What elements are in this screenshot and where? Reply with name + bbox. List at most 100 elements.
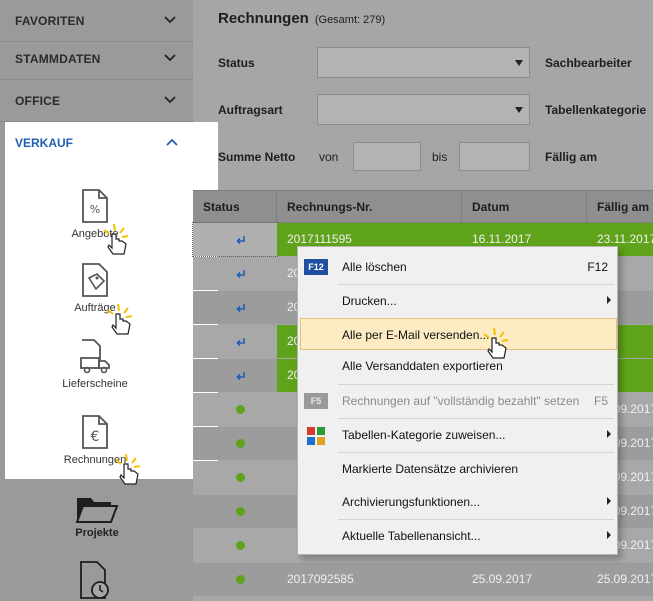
- table-row[interactable]: 201709248424.09.201724.09.2017: [193, 597, 653, 601]
- cell-rechnungs-nr: 2017092484: [277, 597, 462, 601]
- invoice-euro-icon: €: [82, 415, 108, 449]
- chevron-down-icon: [164, 54, 176, 62]
- f5-key-icon: F5: [304, 393, 328, 409]
- status-cell: [193, 257, 277, 290]
- return-arrow-icon: [236, 304, 245, 313]
- return-arrow-icon: [236, 236, 245, 245]
- menu-item-label: Archivierungsfunktionen...: [342, 495, 481, 509]
- status-cell: [193, 359, 277, 392]
- click-cursor-icon: [483, 327, 509, 359]
- status-cell: [192, 222, 278, 257]
- sidebar-item-lieferscheine[interactable]: Lieferscheine: [45, 338, 145, 390]
- dropdown-arrow-icon: [515, 107, 523, 113]
- status-dot-icon: [236, 575, 245, 584]
- table-header: Status Rechnungs-Nr. Datum Fällig am: [193, 190, 653, 224]
- filter-label-faellig-am: Fällig am: [545, 150, 598, 164]
- category-squares-icon: [307, 427, 325, 445]
- filter-label-sachbearbeiter: Sachbearbeiter: [545, 56, 632, 70]
- sidebar-section-label[interactable]: VERKAUF: [15, 136, 73, 150]
- menu-item-shortcut: F5: [593, 394, 608, 408]
- auftragsart-select[interactable]: [317, 94, 530, 125]
- sidebar-item-projekte[interactable]: Projekte: [55, 494, 139, 539]
- sidebar-section-office[interactable]: OFFICE: [0, 80, 193, 122]
- svg-text:%: %: [90, 203, 100, 216]
- svg-text:€: €: [91, 429, 100, 445]
- sidebar-section-stammdaten[interactable]: STAMMDATEN: [0, 38, 193, 80]
- menu-item-tabellenansicht[interactable]: Aktuelle Tabellenansicht...: [298, 520, 617, 552]
- table-row[interactable]: 2017092585 25.09.2017 25.09.2017: [193, 563, 653, 596]
- cell-rechnungs-nr: 2017092585: [287, 572, 354, 586]
- time-document-icon[interactable]: [78, 560, 112, 600]
- submenu-arrow-icon: [607, 430, 611, 438]
- cell-faellig-am: 25.09.2017: [597, 572, 653, 586]
- filter-label-tabellenkategorie: Tabellenkategorie: [545, 103, 647, 117]
- column-header-faellig-am[interactable]: Fällig am: [587, 191, 653, 224]
- status-dot-icon: [236, 541, 245, 550]
- status-cell: [193, 563, 277, 596]
- menu-item-tabellen-kategorie[interactable]: Tabellen-Kategorie zuweisen...: [298, 419, 617, 451]
- menu-item-label: Markierte Datensätze archivieren: [342, 462, 519, 476]
- filter-label-auftragsart: Auftragsart: [218, 103, 283, 117]
- column-header-status[interactable]: Status: [193, 191, 277, 224]
- status-dot-icon: [236, 439, 245, 448]
- chevron-up-icon[interactable]: [165, 135, 179, 149]
- return-arrow-icon: [236, 270, 245, 279]
- context-menu: F12 Alle löschen F12 Drucken... Alle per…: [297, 246, 618, 555]
- menu-item-label: Rechnungen auf "vollständig bezahlt" set…: [342, 394, 580, 408]
- menu-item-archivierungsfunktionen[interactable]: Archivierungsfunktionen...: [298, 486, 617, 518]
- summe-netto-von-input[interactable]: [353, 142, 421, 171]
- record-count: (Gesamt: 279): [314, 14, 386, 26]
- menu-item-label: Tabellen-Kategorie zuweisen...: [342, 428, 506, 442]
- chevron-down-icon: [164, 96, 176, 104]
- menu-item-label: Drucken...: [342, 294, 397, 308]
- summe-netto-bis-input[interactable]: [459, 142, 530, 171]
- sidebar-item-label: Lieferscheine: [62, 378, 128, 390]
- click-cursor-icon: [107, 303, 133, 335]
- filter-label-summe-netto: Summe Netto: [218, 150, 296, 164]
- submenu-arrow-icon: [607, 296, 611, 304]
- column-header-datum[interactable]: Datum: [462, 191, 587, 224]
- sidebar-section-verkauf: VERKAUF % Angebote Aufträge Lieferschein…: [5, 122, 218, 479]
- folder-icon: [75, 498, 119, 523]
- menu-item-drucken[interactable]: Drucken...: [298, 285, 617, 317]
- sidebar-section-label: FAVORITEN: [15, 13, 85, 28]
- status-cell: [193, 529, 277, 562]
- status-cell: [193, 597, 277, 601]
- return-arrow-icon: [236, 338, 245, 347]
- cell-faellig-am: 24.09.2017: [587, 597, 653, 601]
- sidebar-section-label: STAMMDATEN: [15, 51, 101, 66]
- status-cell: [193, 495, 277, 528]
- menu-item-versanddaten-exportieren[interactable]: Alle Versanddaten exportieren: [298, 350, 617, 382]
- delivery-truck-icon: [80, 339, 110, 374]
- menu-item-shortcut: F12: [587, 260, 608, 274]
- menu-item-alle-loeschen[interactable]: F12 Alle löschen F12: [298, 251, 617, 283]
- status-dot-icon: [236, 473, 245, 482]
- submenu-arrow-icon: [607, 497, 611, 505]
- menu-item-email-versenden[interactable]: Alle per E-Mail versenden...: [300, 318, 617, 350]
- app-window: FAVORITEN STAMMDATEN OFFICE VERKAUF % An…: [0, 0, 653, 601]
- click-cursor-icon: [115, 453, 141, 485]
- offer-document-icon: %: [82, 189, 108, 223]
- filter-label-status: Status: [218, 56, 255, 70]
- status-cell: [193, 427, 277, 460]
- page-title-text: Rechnungen: [218, 10, 309, 27]
- status-cell: [193, 393, 277, 426]
- f12-key-icon: F12: [304, 259, 328, 275]
- column-header-rechnungs-nr[interactable]: Rechnungs-Nr.: [277, 191, 462, 224]
- status-cell: [193, 461, 277, 494]
- filter-label-von: von: [319, 150, 339, 164]
- menu-item-vollstaendig-bezahlt[interactable]: F5 Rechnungen auf "vollständig bezahlt" …: [298, 385, 617, 417]
- order-tag-icon: [82, 263, 108, 297]
- status-cell: [193, 325, 277, 358]
- cell-datum: 25.09.2017: [472, 572, 533, 586]
- sidebar-section-label: OFFICE: [15, 93, 61, 108]
- filter-label-bis: bis: [432, 150, 448, 164]
- status-select[interactable]: [317, 47, 530, 78]
- menu-item-label: Alle Versanddaten exportieren: [342, 359, 503, 373]
- menu-item-archivieren[interactable]: Markierte Datensätze archivieren: [298, 453, 617, 485]
- return-arrow-icon: [236, 372, 245, 381]
- sidebar-section-favoriten[interactable]: FAVORITEN: [0, 0, 193, 42]
- status-cell: [193, 291, 277, 324]
- cell-datum: 24.09.2017: [462, 597, 587, 601]
- sidebar-item-label: Projekte: [75, 527, 119, 539]
